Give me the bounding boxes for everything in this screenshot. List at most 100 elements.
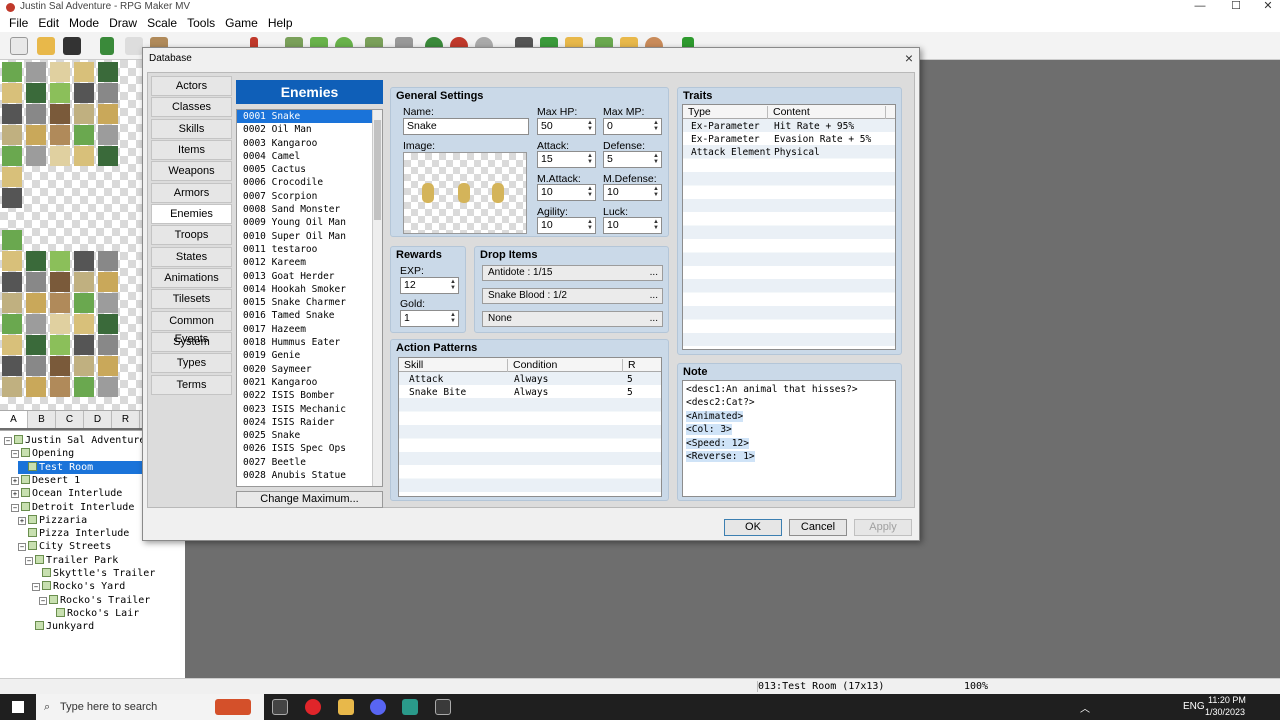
- tile[interactable]: [2, 272, 22, 292]
- clock-date[interactable]: 1/30/2023: [1205, 707, 1245, 717]
- m-defense-field[interactable]: 10 ▲ ▼: [603, 184, 662, 201]
- category-states[interactable]: States: [151, 246, 232, 267]
- tile[interactable]: [2, 167, 22, 187]
- expand-toggle-icon[interactable]: +: [18, 516, 26, 525]
- tile[interactable]: [50, 251, 70, 271]
- enemy-list-item[interactable]: 0018 Hummus Eater: [237, 336, 382, 349]
- tile[interactable]: [50, 272, 70, 292]
- expand-toggle-icon[interactable]: −: [18, 543, 26, 552]
- m-attack-field[interactable]: 10 ▲ ▼: [537, 184, 596, 201]
- tileset-tab-b[interactable]: B: [28, 411, 56, 428]
- enemy-list-item[interactable]: 0024 ISIS Raider: [237, 416, 382, 429]
- condition-column-header[interactable]: Condition: [507, 359, 557, 372]
- action-pattern-row[interactable]: Attack Always 5: [399, 373, 661, 386]
- tile[interactable]: [74, 251, 94, 271]
- drop-item-2[interactable]: Snake Blood : 1/2...: [482, 288, 663, 304]
- tile[interactable]: [2, 230, 22, 250]
- map-tree-item[interactable]: Skyttle's Trailer: [32, 567, 159, 580]
- expand-toggle-icon[interactable]: −: [11, 450, 19, 459]
- spinner-icon[interactable]: ▲ ▼: [652, 153, 660, 165]
- opera-icon[interactable]: [305, 699, 321, 715]
- note-field[interactable]: <desc1:An animal that hisses?> <desc2:Cat…: [682, 380, 896, 497]
- tile[interactable]: [2, 335, 22, 355]
- category-terms[interactable]: Terms: [151, 374, 232, 395]
- copy-icon[interactable]: [125, 37, 143, 55]
- enemy-list-item[interactable]: 0019 Genie: [237, 349, 382, 362]
- spinner-icon[interactable]: ▲ ▼: [652, 120, 660, 132]
- gold-field[interactable]: 1 ▲ ▼: [400, 310, 459, 327]
- tile[interactable]: [98, 314, 118, 334]
- spinner-icon[interactable]: ▲ ▼: [586, 219, 594, 231]
- tile[interactable]: [50, 104, 70, 124]
- enemy-list-item[interactable]: 0026 ISIS Spec Ops: [237, 442, 382, 455]
- spinner-icon[interactable]: ▲ ▼: [449, 312, 457, 324]
- tile[interactable]: [98, 293, 118, 313]
- trait-row[interactable]: Attack Element Physical: [683, 146, 895, 159]
- tile[interactable]: [26, 83, 46, 103]
- tile[interactable]: [50, 377, 70, 397]
- tile[interactable]: [74, 335, 94, 355]
- exp-field[interactable]: 12 ▲ ▼: [400, 277, 459, 294]
- enemy-list-item[interactable]: 0020 Saymeer: [237, 363, 382, 376]
- expand-toggle-icon[interactable]: +: [11, 476, 19, 485]
- map-tree-item[interactable]: − Trailer Park: [25, 554, 122, 567]
- spinner-icon[interactable]: ▲ ▼: [449, 279, 457, 291]
- cancel-button[interactable]: Cancel: [789, 519, 847, 536]
- tile[interactable]: [74, 104, 94, 124]
- enemy-list-item[interactable]: 0007 Scorpion: [237, 190, 382, 203]
- map-tree-item[interactable]: + Desert 1: [11, 474, 84, 487]
- map-tree-item[interactable]: − Justin Sal Adventure: [4, 434, 149, 447]
- max-mp-field[interactable]: 0 ▲ ▼: [603, 118, 662, 135]
- tile[interactable]: [50, 125, 70, 145]
- tile[interactable]: [26, 335, 46, 355]
- enemy-list-item[interactable]: 0027 Beetle: [237, 456, 382, 469]
- category-tilesets[interactable]: Tilesets: [151, 289, 232, 310]
- expand-toggle-icon[interactable]: −: [32, 583, 40, 592]
- action-pattern-row[interactable]: Snake Bite Always 5: [399, 386, 661, 399]
- map-tree-item[interactable]: Pizza Interlude: [18, 527, 133, 540]
- category-common-events[interactable]: Common Events: [151, 310, 232, 345]
- enemy-list-item[interactable]: 0010 Super Oil Man: [237, 230, 382, 243]
- tileset-tab-a[interactable]: A: [0, 411, 28, 428]
- enemy-list-item[interactable]: 0025 Snake: [237, 429, 382, 442]
- action-patterns-table[interactable]: Skill Condition R Attack Always 5 Snake …: [398, 357, 662, 497]
- tile[interactable]: [2, 83, 22, 103]
- save-project-icon[interactable]: [63, 37, 81, 55]
- category-items[interactable]: Items: [151, 140, 232, 161]
- language-indicator[interactable]: ENG: [1183, 701, 1205, 712]
- menu-scale[interactable]: Scale: [142, 16, 182, 30]
- tile[interactable]: [26, 125, 46, 145]
- spinner-icon[interactable]: ▲ ▼: [652, 186, 660, 198]
- tile[interactable]: [74, 314, 94, 334]
- tile[interactable]: [98, 62, 118, 82]
- task-view-icon[interactable]: [272, 699, 288, 715]
- map-tree-item[interactable]: Junkyard: [25, 620, 98, 633]
- change-maximum-button[interactable]: Change Maximum...: [236, 491, 383, 508]
- cut-icon[interactable]: [100, 37, 114, 55]
- tileset-tab-d[interactable]: D: [84, 411, 112, 428]
- content-column-header[interactable]: Content: [767, 106, 810, 119]
- tile[interactable]: [26, 104, 46, 124]
- enemy-image-box[interactable]: [403, 152, 527, 234]
- map-tree-item[interactable]: − Rocko's Trailer: [39, 594, 154, 607]
- category-types[interactable]: Types: [151, 353, 232, 374]
- apply-button[interactable]: Apply: [854, 519, 912, 536]
- minimize-button[interactable]: —: [1180, 0, 1220, 14]
- category-system[interactable]: System: [151, 332, 232, 353]
- tile[interactable]: [26, 314, 46, 334]
- new-project-icon[interactable]: [10, 37, 28, 55]
- tile[interactable]: [2, 356, 22, 376]
- close-window-button[interactable]: ✕: [1248, 0, 1280, 14]
- enemy-list-item[interactable]: 0009 Young Oil Man: [237, 216, 382, 229]
- tile[interactable]: [74, 377, 94, 397]
- menu-help[interactable]: Help: [263, 16, 298, 30]
- name-field[interactable]: Snake: [403, 118, 529, 135]
- tile[interactable]: [26, 356, 46, 376]
- expand-toggle-icon[interactable]: −: [39, 596, 47, 605]
- expand-toggle-icon[interactable]: +: [11, 490, 19, 499]
- tile[interactable]: [50, 293, 70, 313]
- tileset-palette[interactable]: [0, 60, 142, 410]
- map-tree-item[interactable]: Rocko's Lair: [46, 607, 143, 620]
- scrollbar-thumb[interactable]: [374, 120, 381, 220]
- enemy-list-scrollbar[interactable]: [372, 110, 382, 486]
